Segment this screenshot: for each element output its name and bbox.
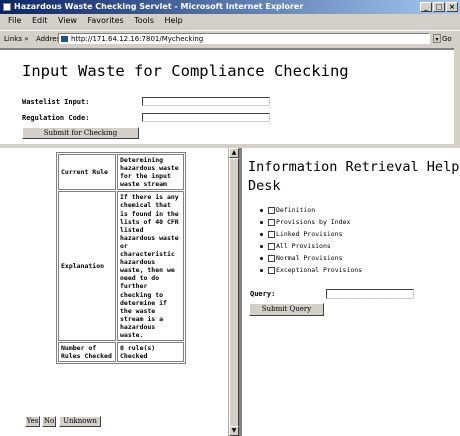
url-text: http://171.64.12.16:7801/Mychecking — [71, 35, 204, 43]
no-button[interactable]: No — [42, 416, 56, 427]
menu-edit[interactable]: Edit — [32, 16, 48, 25]
maximize-button[interactable]: □ — [433, 2, 445, 12]
list-item: All Provisions — [260, 240, 362, 252]
menu-favorites[interactable]: Favorites — [88, 16, 124, 25]
bullet-icon — [260, 220, 263, 224]
page-icon — [61, 36, 68, 42]
current-rule-label: Current Rule — [58, 154, 116, 191]
address-dropdown-icon[interactable]: ▾ — [433, 34, 441, 43]
provision-label: All Provisions — [276, 242, 331, 250]
input-frame: Input Waste for Compliance Checking Wast… — [0, 48, 460, 146]
table-row: Number of Rules Checked 0 rule(s) Checke… — [58, 342, 184, 363]
list-item: Linked Provisions — [260, 228, 362, 240]
ie-icon — [3, 3, 11, 11]
list-item: Definition — [260, 204, 362, 216]
address-bar: Links » Address http://171.64.12.16:7801… — [0, 30, 460, 47]
rules-checked-label: Number of Rules Checked — [58, 342, 116, 363]
list-item: Exceptional Provisions — [260, 264, 362, 276]
explanation-label: Explanation — [58, 191, 116, 342]
help-frame: Information Retrieval Help Desk Definiti… — [242, 148, 460, 436]
query-label: Query: — [250, 290, 276, 298]
minimize-button[interactable]: _ — [420, 2, 432, 12]
bullet-icon — [260, 232, 263, 236]
list-item: Provisions by Index — [260, 216, 362, 228]
browser-window: Hazardous Waste Checking Servlet - Micro… — [0, 0, 460, 436]
unknown-button[interactable]: Unknown — [59, 416, 101, 427]
provision-list: Definition Provisions by Index Linked Pr… — [260, 204, 362, 276]
go-button[interactable]: Go — [442, 31, 452, 47]
provision-label: Linked Provisions — [276, 230, 343, 238]
scroll-up-icon[interactable]: ▲ — [229, 148, 239, 158]
result-frame: Current Rule Determining hazardous waste… — [0, 148, 228, 436]
provision-label: Normal Provisions — [276, 254, 343, 262]
menu-tools[interactable]: Tools — [134, 16, 154, 25]
linked-provisions-checkbox[interactable] — [268, 230, 275, 238]
help-title: Information Retrieval Help Desk — [248, 159, 460, 194]
menu-file[interactable]: File — [8, 16, 21, 25]
regulation-label: Regulation Code: — [22, 114, 90, 122]
list-item: Normal Provisions — [260, 252, 362, 264]
provision-label: Exceptional Provisions — [276, 266, 363, 274]
provision-label: Provisions by Index — [276, 218, 351, 226]
close-button[interactable]: × — [446, 2, 458, 12]
wastelist-label: Wastelist Input: — [22, 98, 90, 106]
bullet-icon — [260, 208, 263, 212]
definition-checkbox[interactable] — [268, 206, 275, 214]
scroll-thumb[interactable] — [229, 158, 239, 428]
regulation-input[interactable] — [142, 113, 270, 122]
all-provisions-checkbox[interactable] — [268, 242, 275, 250]
menu-view[interactable]: View — [58, 16, 77, 25]
exceptional-provisions-checkbox[interactable] — [268, 266, 275, 274]
wastelist-input[interactable] — [142, 97, 270, 106]
submit-checking-button[interactable]: Submit for Checking — [22, 127, 139, 139]
top-frame-scrollbar[interactable] — [454, 48, 460, 144]
window-title: Hazardous Waste Checking Servlet - Micro… — [14, 2, 304, 11]
form-heading: Input Waste for Compliance Checking — [22, 62, 349, 80]
result-frame-scrollbar[interactable]: ▲ ▼ — [228, 148, 239, 436]
links-button[interactable]: Links » — [4, 31, 29, 47]
provisions-by-index-checkbox[interactable] — [268, 218, 275, 226]
result-table: Current Rule Determining hazardous waste… — [56, 152, 186, 365]
menu-help[interactable]: Help — [164, 16, 182, 25]
table-row: Current Rule Determining hazardous waste… — [58, 154, 184, 191]
title-bar: Hazardous Waste Checking Servlet - Micro… — [0, 0, 460, 14]
scroll-down-icon[interactable]: ▼ — [229, 426, 239, 436]
address-field[interactable]: http://171.64.12.16:7801/Mychecking — [58, 33, 430, 44]
window-controls: _ □ × — [420, 2, 458, 12]
current-rule-value: Determining hazardous waste for the inpu… — [117, 154, 184, 191]
explanation-value: If there is any chemical that is found i… — [117, 191, 184, 342]
provision-label: Definition — [276, 206, 316, 214]
bullet-icon — [260, 256, 263, 260]
table-row: Explanation If there is any chemical tha… — [58, 191, 184, 342]
query-input[interactable] — [326, 289, 414, 299]
yes-button[interactable]: Yes — [25, 416, 40, 427]
bullet-icon — [260, 244, 263, 248]
menu-bar: File Edit View Favorites Tools Help — [0, 14, 460, 28]
normal-provisions-checkbox[interactable] — [268, 254, 275, 262]
submit-query-button[interactable]: Submit Query — [249, 303, 324, 316]
bullet-icon — [260, 268, 263, 272]
rules-checked-value: 0 rule(s) Checked — [117, 342, 184, 363]
